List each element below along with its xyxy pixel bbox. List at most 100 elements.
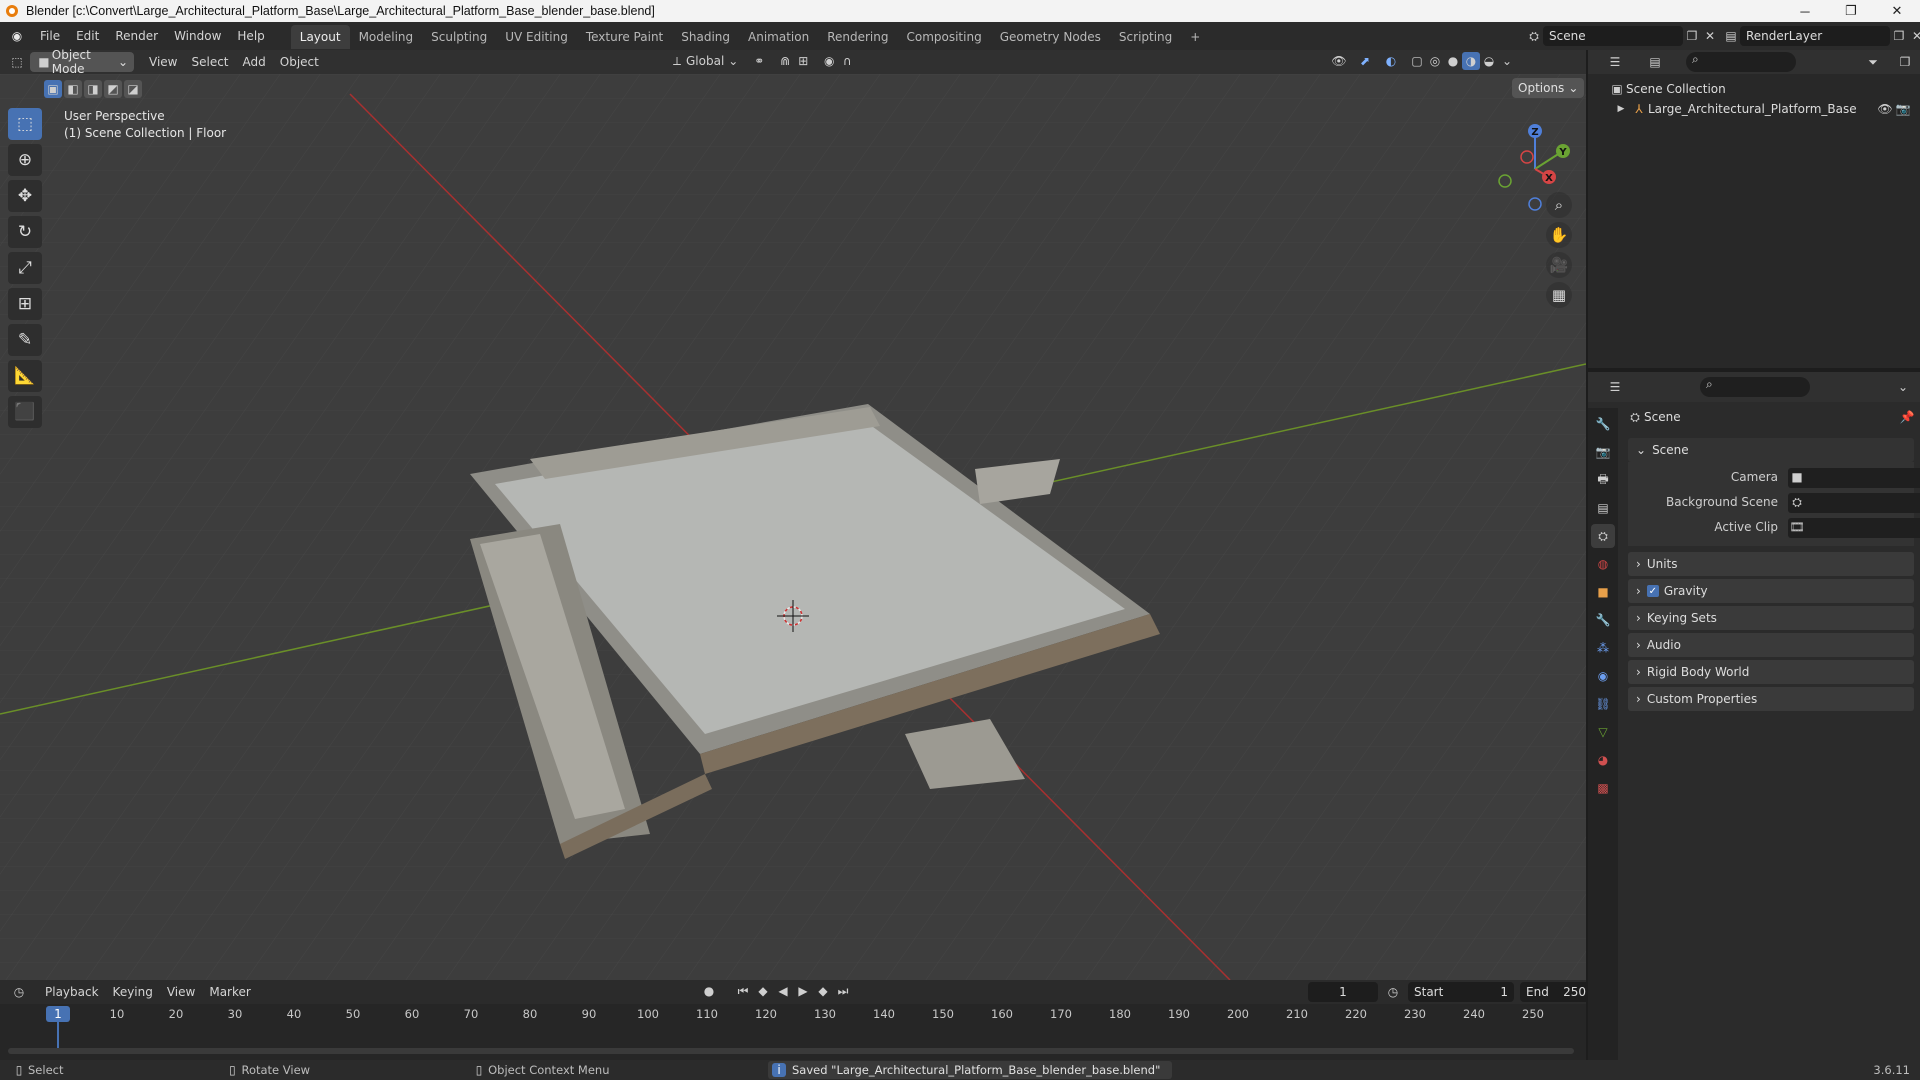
properties-editor-icon[interactable]: ☰ — [1606, 378, 1624, 396]
rotate-icon[interactable]: ↻ — [8, 216, 42, 248]
pan-hand-icon[interactable]: ✋ — [1546, 222, 1572, 248]
menu-keying[interactable]: Keying — [106, 985, 160, 999]
select-subtract-icon[interactable]: ◨ — [84, 80, 102, 98]
transform-icon[interactable]: ⊞ — [8, 288, 42, 320]
jump-start-icon[interactable]: ⏮ — [734, 982, 752, 1000]
tab-scripting[interactable]: Scripting — [1110, 25, 1181, 49]
outliner-editor-icon[interactable]: ☰ — [1606, 53, 1624, 71]
object-tab-icon[interactable]: ■ — [1591, 580, 1615, 604]
scene-selector[interactable]: Scene — [1543, 26, 1683, 46]
menu-window[interactable]: Window — [166, 22, 229, 50]
tab-animation[interactable]: Animation — [739, 25, 818, 49]
cursor-icon[interactable]: ⊕ — [8, 144, 42, 176]
texture-tab-icon[interactable]: ▩ — [1591, 776, 1615, 800]
current-frame-field[interactable]: 1 — [1308, 982, 1378, 1002]
menu-select[interactable]: Select — [184, 55, 235, 69]
properties-search-input[interactable]: ⌕ — [1700, 377, 1810, 397]
delete-scene-icon[interactable]: ✕ — [1701, 27, 1719, 45]
tab-rendering[interactable]: Rendering — [818, 25, 897, 49]
visibility-icon[interactable]: 👁 — [1330, 52, 1348, 70]
move-icon[interactable]: ✥ — [8, 180, 42, 212]
status-report[interactable]: i Saved "Large_Architectural_Platform_Ba… — [768, 1061, 1173, 1079]
gizmo-icon[interactable]: ⬈ — [1356, 52, 1374, 70]
add-workspace-button[interactable]: + — [1181, 25, 1209, 49]
material-shading-icon[interactable]: ◑ — [1462, 52, 1480, 70]
tab-layout[interactable]: Layout — [290, 25, 350, 49]
start-frame-field[interactable]: Start 1 — [1408, 982, 1514, 1002]
select-invert-icon[interactable]: ◩ — [104, 80, 122, 98]
view-layer-selector[interactable]: RenderLayer — [1740, 26, 1890, 46]
modifier-tab-icon[interactable]: 🔧 — [1591, 608, 1615, 632]
overlays-icon[interactable]: ◐ — [1382, 52, 1400, 70]
shading-options-icon[interactable]: ⌄ — [1498, 52, 1516, 70]
view-layer-icon[interactable]: ▤ — [1722, 27, 1740, 45]
particles-tab-icon[interactable]: ⁂ — [1591, 636, 1615, 660]
rigid-body-world-panel[interactable]: › Rigid Body World — [1628, 660, 1914, 684]
ortho-grid-icon[interactable]: ▦ — [1546, 282, 1572, 308]
tab-shading[interactable]: Shading — [672, 25, 739, 49]
preview-range-icon[interactable]: ◷ — [1384, 983, 1402, 1001]
minimize-button[interactable]: ─ — [1782, 0, 1828, 22]
solid-shading-icon[interactable]: ● — [1444, 52, 1462, 70]
select-extend-icon[interactable]: ◧ — [64, 80, 82, 98]
scene-browse-icon[interactable]: ⛭ — [1525, 27, 1543, 45]
material-tab-icon[interactable]: ◕ — [1591, 748, 1615, 772]
transform-orientation[interactable]: Global — [686, 54, 724, 68]
next-keyframe-icon[interactable]: ◆ — [814, 982, 832, 1000]
tool-tab-icon[interactable]: 🔧 — [1591, 412, 1615, 436]
xray-icon[interactable]: ▢ — [1408, 52, 1426, 70]
delete-view-layer-icon[interactable]: ✕ — [1908, 27, 1920, 45]
scale-icon[interactable]: ⤢ — [8, 252, 42, 284]
snap-icon[interactable]: ⋒ — [776, 52, 794, 70]
camera-view-icon[interactable]: 🎥 — [1546, 252, 1572, 278]
keying-sets-panel[interactable]: › Keying Sets — [1628, 606, 1914, 630]
jump-end-icon[interactable]: ⏭ — [834, 982, 852, 1000]
maximize-button[interactable]: ❐ — [1828, 0, 1874, 22]
gravity-checkbox[interactable]: ✓ — [1646, 585, 1659, 597]
annotate-icon[interactable]: ✎ — [8, 324, 42, 356]
menu-edit[interactable]: Edit — [68, 22, 107, 50]
new-view-layer-icon[interactable]: ❐ — [1890, 27, 1908, 45]
outliner-search-input[interactable]: ⌕ — [1686, 52, 1796, 72]
new-collection-icon[interactable]: ❐ — [1896, 53, 1914, 71]
snap-increment-icon[interactable]: ⊞ — [794, 52, 812, 70]
outliner-row-object[interactable]: ▶ ⅄ Large_Architectural_Platform_Base 👁 … — [1612, 100, 1912, 118]
outliner-row-scene-collection[interactable]: ▣ Scene Collection — [1608, 80, 1725, 98]
data-tab-icon[interactable]: ▽ — [1591, 720, 1615, 744]
pivot-icon[interactable]: ⚭ — [750, 52, 768, 70]
menu-help[interactable]: Help — [229, 22, 272, 50]
menu-render[interactable]: Render — [107, 22, 166, 50]
scene-tab-icon[interactable]: ⛭ — [1591, 524, 1615, 548]
blender-menu-icon[interactable]: ◉ — [8, 27, 26, 45]
select-box-icon[interactable]: ⬚ — [8, 108, 42, 140]
select-new-icon[interactable]: ▣ — [44, 80, 62, 98]
tab-geometry-nodes[interactable]: Geometry Nodes — [991, 25, 1110, 49]
3d-viewport[interactable]: Z Y X Options ⌄ — [0, 74, 1586, 980]
output-tab-icon[interactable]: 🖶 — [1591, 468, 1615, 492]
tab-compositing[interactable]: Compositing — [897, 25, 990, 49]
play-icon[interactable]: ▶ — [794, 982, 812, 1000]
camera-field[interactable]: ■✎ — [1788, 468, 1920, 488]
menu-add[interactable]: Add — [236, 55, 273, 69]
background-scene-field[interactable]: ⛭ — [1788, 493, 1920, 513]
record-icon[interactable]: ● — [700, 982, 718, 1000]
add-cube-icon[interactable]: ⬛ — [8, 396, 42, 428]
tab-modeling[interactable]: Modeling — [350, 25, 423, 49]
zoom-icon[interactable]: ⌕ — [1546, 192, 1572, 218]
options-button[interactable]: Options ⌄ — [1512, 78, 1585, 98]
end-frame-field[interactable]: End 250 — [1520, 982, 1592, 1002]
render-tab-icon[interactable]: 📷 — [1591, 440, 1615, 464]
playhead[interactable]: 1 — [46, 1006, 70, 1022]
custom-properties-panel[interactable]: › Custom Properties — [1628, 687, 1914, 711]
physics-tab-icon[interactable]: ◉ — [1591, 664, 1615, 688]
menu-object[interactable]: Object — [273, 55, 326, 69]
world-tab-icon[interactable]: ◍ — [1591, 552, 1615, 576]
wireframe-shading-icon[interactable]: ◎ — [1426, 52, 1444, 70]
chevron-down-icon[interactable]: ⌄ — [1894, 378, 1912, 396]
editor-type-icon[interactable]: ⬚ — [8, 53, 26, 71]
tab-sculpting[interactable]: Sculpting — [422, 25, 496, 49]
close-button[interactable]: ✕ — [1874, 0, 1920, 22]
menu-file[interactable]: File — [32, 22, 68, 50]
eye-icon[interactable]: 👁 — [1876, 100, 1894, 118]
audio-panel[interactable]: › Audio — [1628, 633, 1914, 657]
